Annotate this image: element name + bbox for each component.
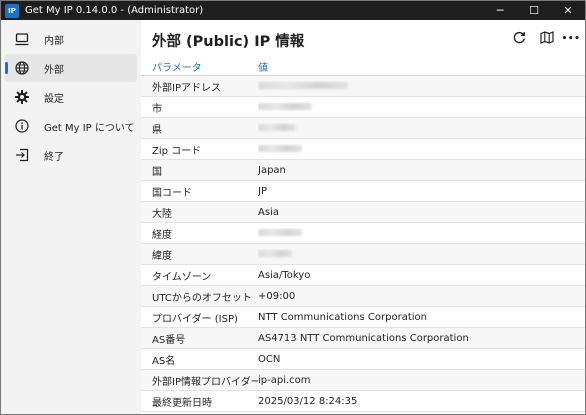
value-cell	[258, 144, 585, 155]
redacted-value	[258, 124, 296, 131]
parameter-cell: 経度	[152, 229, 172, 241]
parameter-cell: 大陸	[152, 208, 172, 220]
more-button[interactable]: •••	[562, 30, 580, 48]
refresh-button[interactable]	[510, 30, 528, 48]
parameter-cell: UTCからのオフセット	[152, 292, 252, 304]
window-controls: ─ ☐ ✕	[483, 1, 585, 20]
value-cell: AS4713 NTT Communications Corporation	[258, 332, 469, 344]
more-icon: •••	[561, 34, 581, 44]
app-window: IP Get My IP 0.14.0.0 - (Administrator) …	[0, 0, 586, 415]
table-row[interactable]: 大陸 Asia	[141, 202, 585, 223]
table-row[interactable]: AS名 OCN	[141, 349, 585, 370]
table-row[interactable]: 市	[141, 97, 585, 118]
close-button[interactable]: ✕	[551, 1, 585, 20]
title-bar[interactable]: IP Get My IP 0.14.0.0 - (Administrator) …	[1, 1, 585, 20]
value-cell: NTT Communications Corporation	[258, 311, 427, 323]
parameter-cell: 緯度	[152, 250, 172, 262]
parameter-cell: AS番号	[152, 334, 186, 346]
computer-icon	[14, 31, 30, 47]
sidebar-item-label: 外部	[44, 64, 64, 76]
redacted-value	[258, 229, 302, 236]
sidebar-item-label: 設定	[44, 93, 64, 105]
refresh-icon	[513, 31, 526, 47]
gear-icon	[14, 89, 30, 105]
value-cell	[258, 102, 585, 113]
table-row[interactable]: プロバイダー (ISP) NTT Communications Corporati…	[141, 307, 585, 328]
info-icon	[14, 118, 30, 134]
table-row[interactable]: 外部IPアドレス	[141, 76, 585, 97]
table-row[interactable]: 外部IP情報プロバイダー ip-api.com	[141, 370, 585, 391]
column-header-parameter[interactable]: パラメータ	[141, 59, 258, 74]
globe-icon	[14, 60, 30, 76]
parameter-cell: タイムゾーン	[152, 271, 212, 283]
value-cell: JP	[258, 185, 267, 197]
sidebar: 内部 外部 設定 Get My IP について 終了	[1, 20, 141, 414]
value-cell: 2025/03/12 8:24:35	[258, 395, 358, 407]
parameter-cell: プロバイダー (ISP)	[152, 313, 238, 325]
value-cell	[258, 123, 585, 134]
value-cell: ip-api.com	[258, 374, 311, 386]
sidebar-item-external[interactable]: 外部	[5, 54, 137, 82]
table-row[interactable]: 国コード JP	[141, 181, 585, 202]
table-body: 外部IPアドレス市県 Zip コード国 Japan 国コード JP 大陸 Asia 経度緯度タ…	[141, 76, 585, 412]
map-button[interactable]	[538, 30, 556, 48]
sidebar-item-internal[interactable]: 内部	[5, 25, 137, 53]
minimize-button[interactable]: ─	[483, 1, 517, 20]
sidebar-item-settings[interactable]: 設定	[5, 83, 137, 111]
value-cell	[258, 228, 585, 239]
redacted-value	[258, 82, 348, 89]
maximize-button[interactable]: ☐	[517, 1, 551, 20]
value-cell: OCN	[258, 353, 281, 365]
window-title: Get My IP 0.14.0.0 - (Administrator)	[25, 5, 204, 16]
redacted-value	[258, 103, 312, 110]
parameter-cell: 国コード	[152, 187, 192, 199]
map-icon	[540, 31, 554, 47]
value-cell: Japan	[258, 164, 286, 176]
table-header-row: パラメータ 値	[141, 58, 585, 76]
parameter-cell: 国	[152, 166, 162, 178]
table-row[interactable]: 経度	[141, 223, 585, 244]
exit-icon	[14, 147, 30, 163]
table-row[interactable]: 国 Japan	[141, 160, 585, 181]
parameter-cell: 外部IP情報プロバイダー	[152, 376, 258, 388]
sidebar-item-label: 内部	[44, 35, 64, 47]
value-cell	[258, 81, 585, 92]
sidebar-item-label: Get My IP について	[44, 122, 135, 134]
main-panel: 外部 (Public) IP 情報 ••• パラメータ 値 外部IPアドレス市県…	[141, 20, 585, 414]
value-cell	[258, 249, 585, 260]
table-row[interactable]: タイムゾーン Asia/Tokyo	[141, 265, 585, 286]
page-title: 外部 (Public) IP 情報	[152, 34, 305, 50]
value-cell: Asia	[258, 206, 279, 218]
parameter-cell: 外部IPアドレス	[152, 82, 221, 94]
table-row[interactable]: UTCからのオフセット +09:00	[141, 286, 585, 307]
table-row[interactable]: 緯度	[141, 244, 585, 265]
parameter-cell: 市	[152, 103, 162, 115]
sidebar-item-about[interactable]: Get My IP について	[5, 112, 137, 140]
parameter-cell: 最終更新日時	[152, 397, 212, 409]
parameter-cell: Zip コード	[152, 145, 202, 157]
table-row[interactable]: AS番号 AS4713 NTT Communications Corporatio…	[141, 328, 585, 349]
value-cell: +09:00	[258, 290, 296, 302]
redacted-value	[258, 145, 302, 152]
value-cell: Asia/Tokyo	[258, 269, 311, 281]
redacted-value	[258, 250, 292, 257]
parameter-cell: 県	[152, 124, 162, 136]
table-row[interactable]: 最終更新日時 2025/03/12 8:24:35	[141, 391, 585, 412]
app-logo-icon: IP	[5, 3, 19, 18]
sidebar-item-exit[interactable]: 終了	[5, 141, 137, 169]
table-row[interactable]: Zip コード	[141, 139, 585, 160]
sidebar-item-label: 終了	[44, 151, 64, 163]
column-header-value[interactable]: 値	[258, 59, 585, 74]
parameter-cell: AS名	[152, 355, 176, 367]
table-row[interactable]: 県	[141, 118, 585, 139]
ip-info-table: パラメータ 値 外部IPアドレス市県 Zip コード国 Japan 国コード JP 大陸 A…	[141, 58, 585, 412]
